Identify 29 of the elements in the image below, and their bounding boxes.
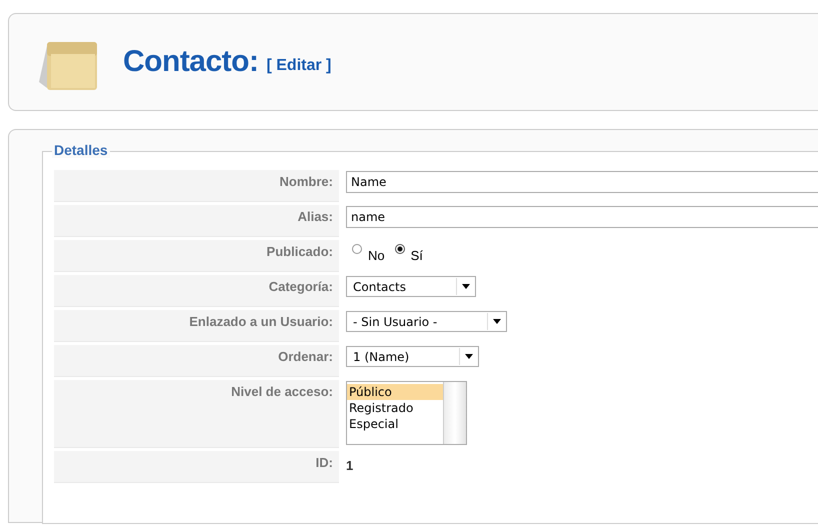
dropdown-arrow-icon (459, 348, 474, 365)
field-label: Ordenar: (54, 345, 339, 377)
radio-button[interactable] (352, 244, 362, 254)
scrollbar[interactable] (443, 382, 466, 444)
list-option[interactable]: Especial (347, 416, 443, 432)
radio-label: Sí (410, 248, 423, 263)
page-subtitle: [ Editar ] (266, 57, 332, 75)
field-label: Nivel de acceso: (54, 380, 339, 448)
dropdown[interactable]: Contacts (346, 276, 476, 297)
dropdown[interactable]: 1 (Name) (346, 346, 480, 367)
list-option[interactable]: Público (347, 384, 443, 400)
dropdown-arrow-icon (487, 313, 502, 330)
radio-label: No (368, 248, 385, 263)
text-field[interactable]: Name (346, 171, 818, 193)
list-option[interactable]: Registrado (347, 400, 443, 416)
radio-button[interactable] (394, 244, 405, 254)
field-value: 1 (346, 458, 354, 473)
field-label: Alias: (54, 205, 339, 237)
dropdown[interactable]: - Sin Usuario - (346, 311, 508, 332)
field-label: ID: (54, 451, 339, 483)
field-label: Nombre: (54, 170, 339, 202)
field-label: Categoría: (54, 275, 339, 307)
fieldset-legend: Detalles (52, 142, 110, 158)
field-label: Enlazado a un Usuario: (54, 310, 339, 342)
field-label: Publicado: (54, 240, 339, 272)
page-title: Contacto: (123, 45, 258, 79)
text-field[interactable]: name (346, 206, 818, 228)
list-box[interactable]: Público Registrado Especial (346, 381, 467, 445)
dropdown-arrow-icon (456, 278, 471, 295)
